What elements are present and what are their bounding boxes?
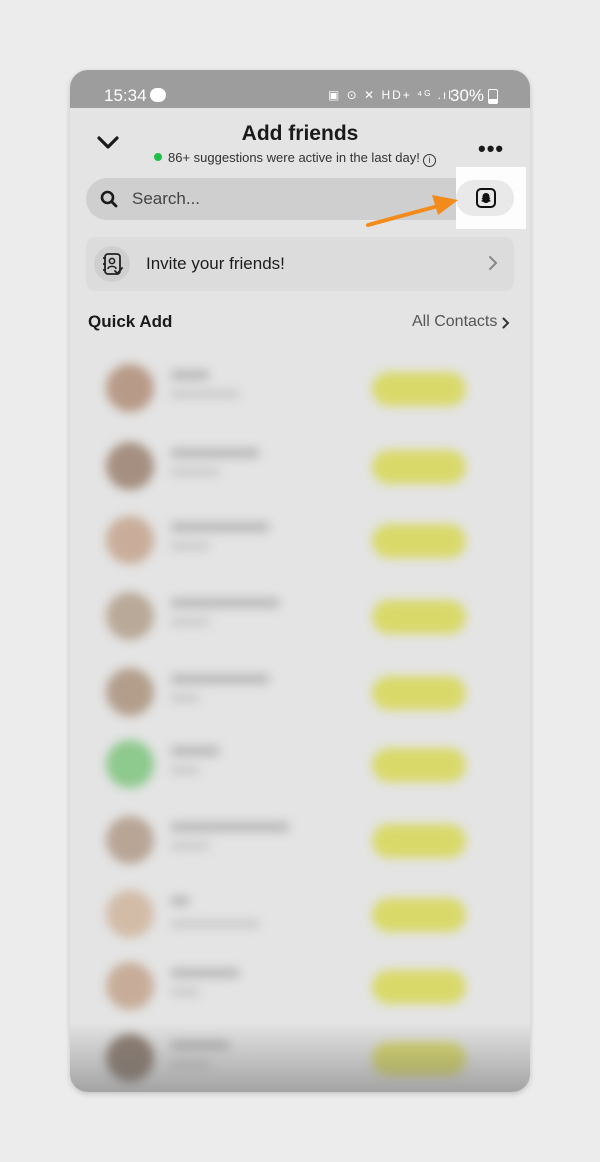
name-placeholder xyxy=(170,448,260,458)
name-placeholder xyxy=(170,598,280,608)
add-button[interactable] xyxy=(372,970,466,1004)
invite-friends-label: Invite your friends! xyxy=(146,254,285,273)
avatar xyxy=(106,816,154,864)
add-button[interactable] xyxy=(372,748,466,782)
list-item[interactable] xyxy=(70,350,530,420)
list-item[interactable] xyxy=(70,802,530,872)
add-button[interactable] xyxy=(372,824,466,858)
add-button[interactable] xyxy=(372,372,466,406)
list-item[interactable] xyxy=(70,428,530,498)
list-item[interactable] xyxy=(70,502,530,572)
chevron-right-icon xyxy=(489,256,498,270)
add-button[interactable] xyxy=(372,450,466,484)
contact-book-icon xyxy=(94,246,130,282)
all-contacts-link[interactable]: All Contacts xyxy=(412,313,497,331)
avatar xyxy=(106,516,154,564)
subtext-placeholder xyxy=(170,694,200,702)
subtext-placeholder xyxy=(170,988,200,996)
avatar xyxy=(106,592,154,640)
avatar xyxy=(106,740,154,788)
bottom-fade xyxy=(70,1022,530,1092)
battery-icon xyxy=(488,89,498,104)
subtext-placeholder xyxy=(170,468,220,476)
name-placeholder xyxy=(170,522,270,532)
subtext-placeholder xyxy=(170,542,210,550)
avatar xyxy=(106,364,154,412)
pointer-arrow-icon xyxy=(366,195,458,227)
avatar xyxy=(106,890,154,938)
subtitle-label: 86+ suggestions were active in the last … xyxy=(168,150,420,165)
list-item[interactable] xyxy=(70,654,530,724)
subtext-placeholder xyxy=(170,766,200,774)
name-placeholder xyxy=(170,896,190,906)
list-item[interactable] xyxy=(70,578,530,648)
invite-friends-button[interactable]: Invite your friends! xyxy=(86,237,514,291)
snapcode-highlight xyxy=(456,167,526,229)
more-options-button[interactable]: ••• xyxy=(478,136,504,162)
quick-add-list xyxy=(70,342,530,1092)
search-placeholder: Search... xyxy=(132,189,201,208)
subtext-placeholder xyxy=(170,920,260,928)
status-time: 15:34 xyxy=(104,86,147,105)
subtext-placeholder xyxy=(170,618,210,626)
name-placeholder xyxy=(170,674,270,684)
list-item[interactable] xyxy=(70,948,530,1018)
battery-level: 30% xyxy=(450,86,485,105)
name-placeholder xyxy=(170,822,290,832)
name-placeholder xyxy=(170,968,240,978)
quick-add-heading: Quick Add xyxy=(88,312,173,331)
page-title: Add friends xyxy=(241,122,359,145)
avatar xyxy=(106,962,154,1010)
chat-notification-icon xyxy=(150,88,166,102)
name-placeholder xyxy=(170,370,210,380)
status-bar: 15:34 ▣ ⊙ ✕ HD+ ⁴ᴳ .ıl 30% xyxy=(70,70,530,108)
subtext-placeholder xyxy=(170,390,240,398)
chevron-right-icon xyxy=(502,317,510,329)
snapcode-scan-button[interactable] xyxy=(456,180,514,216)
active-suggestions-text: 86+ suggestions were active in the last … xyxy=(154,150,436,167)
status-icons: ▣ ⊙ ✕ HD+ ⁴ᴳ .ıl xyxy=(328,88,453,102)
info-icon[interactable]: i xyxy=(422,154,436,167)
list-item[interactable] xyxy=(70,876,530,946)
name-placeholder xyxy=(170,746,220,756)
phone-screen: 15:34 ▣ ⊙ ✕ HD+ ⁴ᴳ .ıl 30% Add friends 8… xyxy=(70,70,530,1092)
add-button[interactable] xyxy=(372,600,466,634)
online-dot-icon xyxy=(154,153,162,161)
snapcode-icon xyxy=(476,188,496,208)
add-button[interactable] xyxy=(372,676,466,710)
avatar xyxy=(106,668,154,716)
search-icon xyxy=(100,190,118,208)
list-item[interactable] xyxy=(70,726,530,796)
add-button[interactable] xyxy=(372,524,466,558)
avatar xyxy=(106,442,154,490)
subtext-placeholder xyxy=(170,842,210,850)
add-button[interactable] xyxy=(372,898,466,932)
